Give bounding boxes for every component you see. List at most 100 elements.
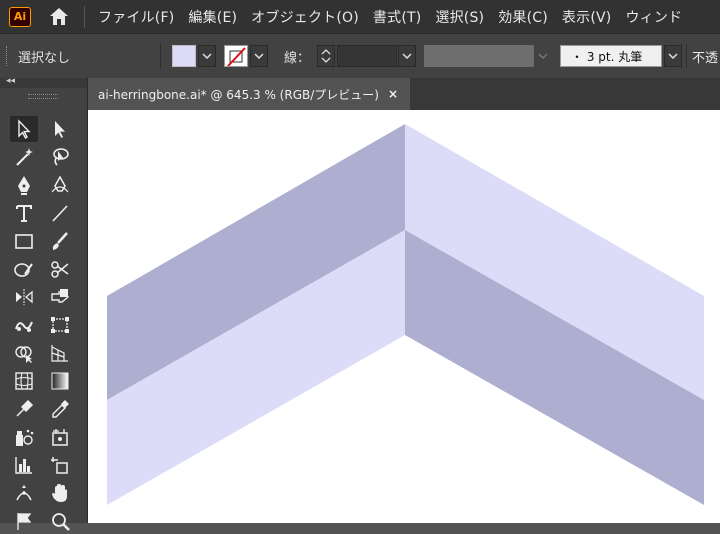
zoom-icon [52,513,70,531]
mesh-tool[interactable] [10,368,38,394]
menu-type[interactable]: 書式(T) [366,7,428,27]
pen-icon [18,176,30,195]
slice-icon [51,457,68,474]
menu-view[interactable]: 表示(V) [555,7,619,27]
logo-text: Ai [13,10,27,23]
control-bar-grip[interactable] [6,46,9,66]
stroke-color-swatch[interactable] [224,45,248,67]
home-icon[interactable] [47,5,71,29]
gradient-tool[interactable] [46,368,74,394]
blend-tool[interactable] [10,396,38,422]
hand-tool[interactable] [46,480,74,506]
direct-selection-tool[interactable] [46,116,74,142]
illustrator-logo[interactable]: Ai [9,6,31,27]
reflect-tool[interactable] [10,284,38,310]
brush-dropdown[interactable] [664,45,682,67]
lasso-tool[interactable] [46,144,74,170]
artboard-canvas[interactable] [88,110,720,523]
chevron-down-icon [538,53,548,59]
curvature-tool[interactable] [46,172,74,198]
scissors-icon [51,261,69,278]
perspective-grid-icon [51,345,68,362]
lasso-icon [53,148,69,166]
rotate-view-tool[interactable] [10,508,38,534]
flag-icon [17,513,32,530]
symbol-sprayer-tool[interactable] [10,424,38,450]
profile-dropdown[interactable] [534,45,552,67]
tools-panel-grip[interactable] [28,94,58,99]
magic-wand-tool[interactable] [10,144,38,170]
stroke-weight-dropdown[interactable] [398,45,416,67]
stepper-arrows-icon [321,49,331,63]
menu-file[interactable]: ファイル(F) [91,7,181,27]
artboard-icon [52,429,68,446]
menu-items: ファイル(F) 編集(E) オブジェクト(O) 書式(T) 選択(S) 効果(C… [91,7,689,27]
divider [686,44,687,68]
menu-effect[interactable]: 効果(C) [491,7,555,27]
reflect-icon [16,289,33,305]
scale-tool[interactable] [46,284,74,310]
selection-tool[interactable] [10,116,38,142]
eyedropper-tool[interactable] [46,396,74,422]
mesh-icon [15,372,33,390]
blend-icon [16,399,34,417]
opacity-label[interactable]: 不透 [692,47,718,66]
pen-tool[interactable] [10,172,38,198]
scissors-tool[interactable] [46,256,74,282]
herringbone-artwork[interactable] [88,110,720,523]
stroke-weight-input[interactable] [337,45,397,67]
eyedropper-icon [52,400,69,418]
variable-width-profile[interactable] [424,45,534,67]
paintbrush-tool[interactable] [46,228,74,254]
menu-edit[interactable]: 編集(E) [181,7,244,27]
column-graph-tool[interactable] [10,452,38,478]
column-graph-icon [15,457,32,474]
selection-status: 選択なし [18,51,71,66]
shaper-tool[interactable] [10,256,38,282]
document-tab[interactable]: ai-herringbone.ai* @ 645.3 % (RGB/プレビュー)… [88,78,410,110]
menu-select[interactable]: 選択(S) [428,7,491,27]
curvature-pen-icon [51,175,69,193]
collapse-panel-icon[interactable]: ◂◂ [6,76,15,86]
scale-icon [51,289,70,303]
width-tool-icon [16,485,32,501]
chevron-down-icon [254,53,264,59]
zoom-tool[interactable] [46,508,74,534]
hand-icon [52,484,67,502]
shape-builder-tool[interactable] [10,340,38,366]
divider [160,44,161,68]
puppet-warp-icon [15,321,33,332]
width-tool[interactable] [10,480,38,506]
control-bar: 選択なし 線： ・ 3 pt. 丸筆 不透 [0,33,720,78]
puppet-warp-tool[interactable] [10,312,38,338]
symbol-sprayer-icon [16,429,34,446]
magic-wand-icon [16,148,33,166]
document-tab-bar: ai-herringbone.ai* @ 645.3 % (RGB/プレビュー)… [88,78,720,110]
shaper-icon [14,263,33,277]
rectangle-icon [15,234,33,249]
direct-selection-arrow-icon [55,121,65,138]
free-transform-tool[interactable] [46,312,74,338]
menu-object[interactable]: オブジェクト(O) [244,7,366,27]
rectangle-tool[interactable] [10,228,38,254]
chevron-down-icon [402,53,412,59]
close-tab-icon[interactable]: × [388,87,398,101]
gradient-icon [51,372,69,390]
line-segment-icon [52,205,68,222]
menu-window[interactable]: ウィンド [618,7,689,27]
selection-arrow-icon [18,119,31,140]
brush-definition-select[interactable]: ・ 3 pt. 丸筆 [560,45,662,67]
document-tab-title: ai-herringbone.ai* @ 645.3 % (RGB/プレビュー) [98,87,379,102]
chevron-down-icon [202,53,212,59]
slice-tool[interactable] [46,452,74,478]
artboard-tool[interactable] [46,424,74,450]
fill-color-swatch[interactable] [172,45,196,67]
stroke-dropdown-button[interactable] [250,45,268,67]
perspective-grid-tool[interactable] [46,340,74,366]
fill-dropdown-button[interactable] [198,45,216,67]
type-tool[interactable] [10,200,38,226]
stroke-weight-stepper[interactable] [317,45,335,67]
line-segment-tool[interactable] [46,200,74,226]
menu-bar: Ai ファイル(F) 編集(E) オブジェクト(O) 書式(T) 選択(S) 効… [0,0,720,33]
tools-panel: ◂◂ [0,76,88,531]
